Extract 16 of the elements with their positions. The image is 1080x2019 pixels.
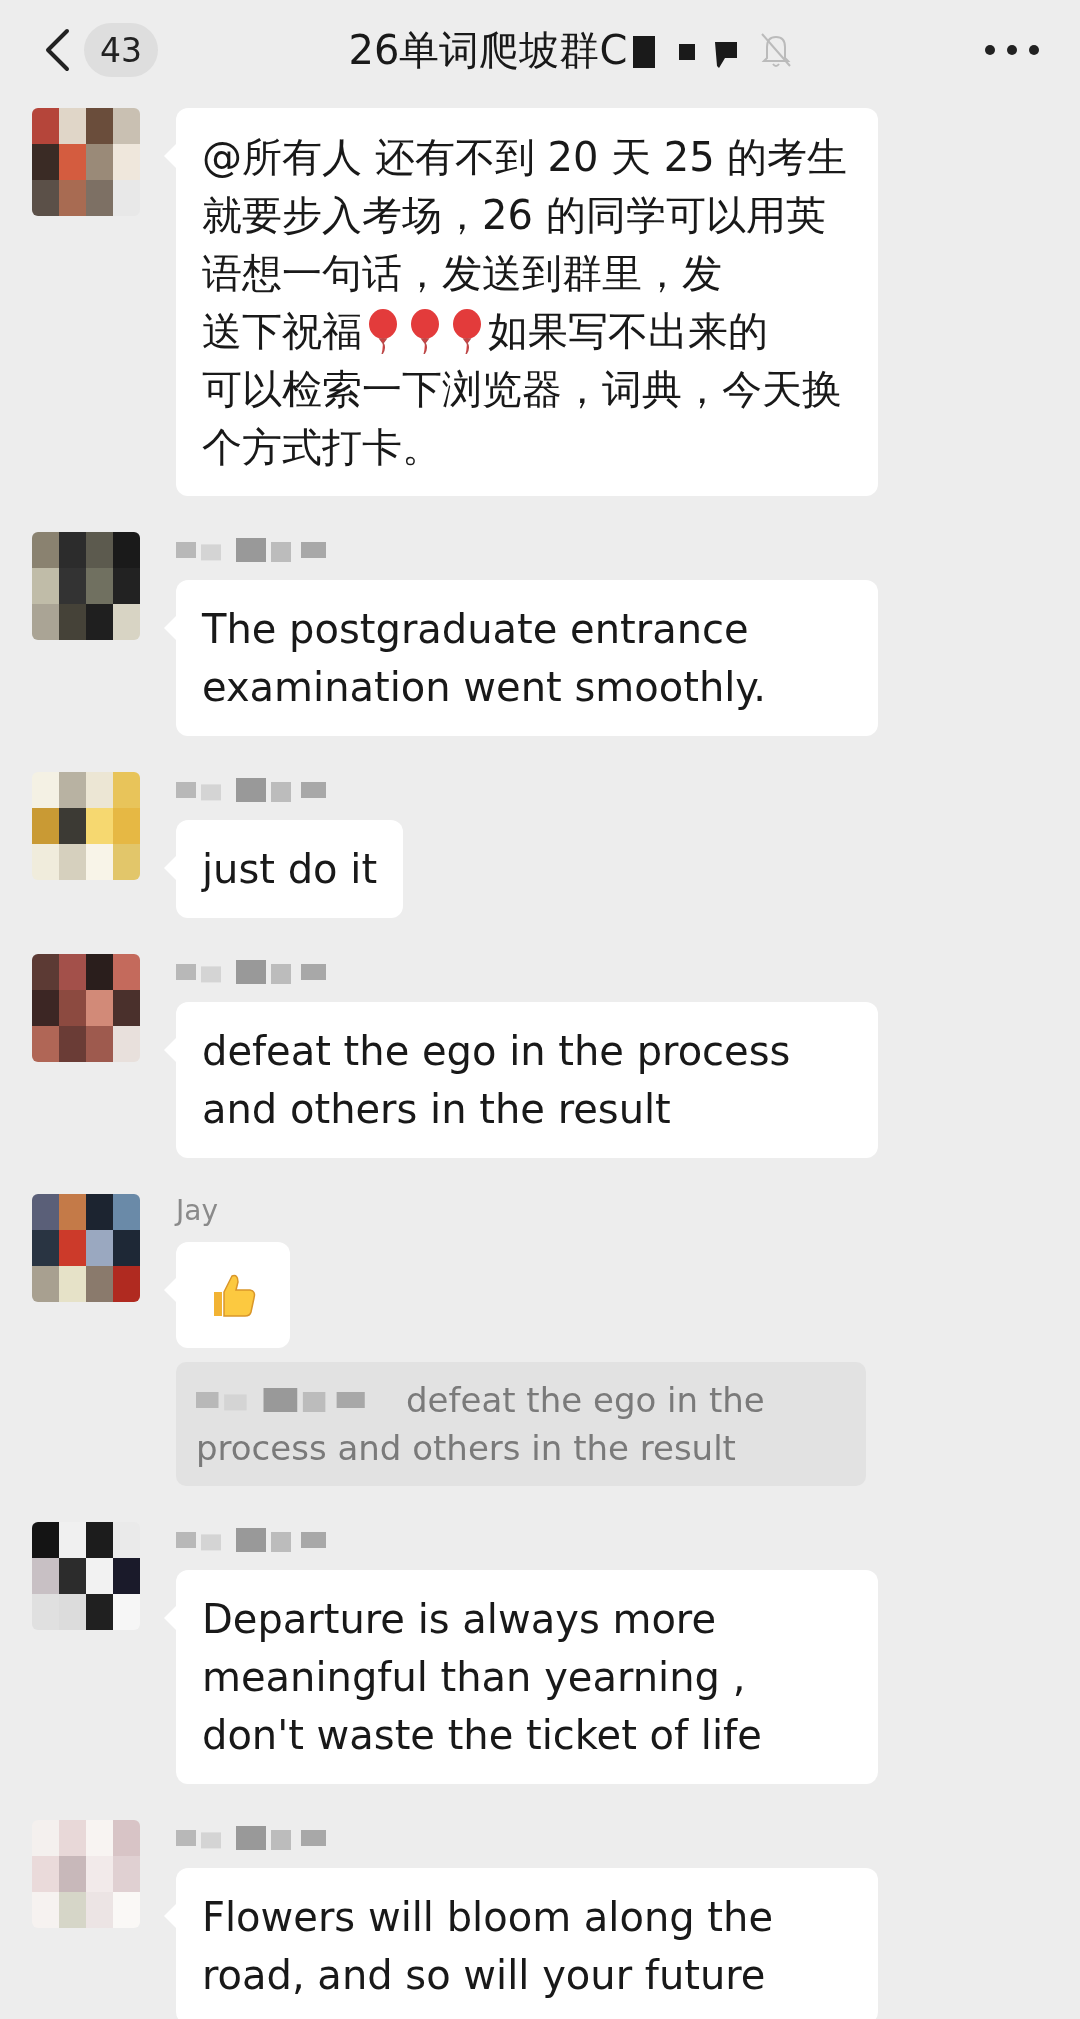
message-text: The postgraduate entrance examination went smoothly. [202,606,767,710]
message-text: Departure is always more meaningful than yearning , don't waste the ticket of life [202,1596,762,1758]
message-text: 可以检索一下浏览器，词典，今天换个方式打卡。 [202,366,842,470]
sender-name: Jay [176,1194,218,1228]
unread-count: 43 [84,23,158,77]
message-text: 送下祝福 [202,307,362,356]
quote-text: process and others in the result [196,1427,736,1470]
message-text: @所有人 还有不到 20 天 25 的考生就要步入考场，26 的同学可以用英语想一句话，发送到群里，发 [202,134,848,296]
message-text: defeat the ego in the process and others in the result [202,1028,791,1132]
message-text: just do it [202,846,378,892]
more-icon[interactable] [984,44,1040,56]
message-text: Flowers will bloom along the road, and so will your future [202,1894,773,1998]
back-icon[interactable] [44,28,70,72]
quote-text: defeat the ego in the [406,1379,765,1422]
message-text: 如果写不出来的 [488,307,768,356]
chat-title: 26单词爬坡群C [348,25,628,75]
